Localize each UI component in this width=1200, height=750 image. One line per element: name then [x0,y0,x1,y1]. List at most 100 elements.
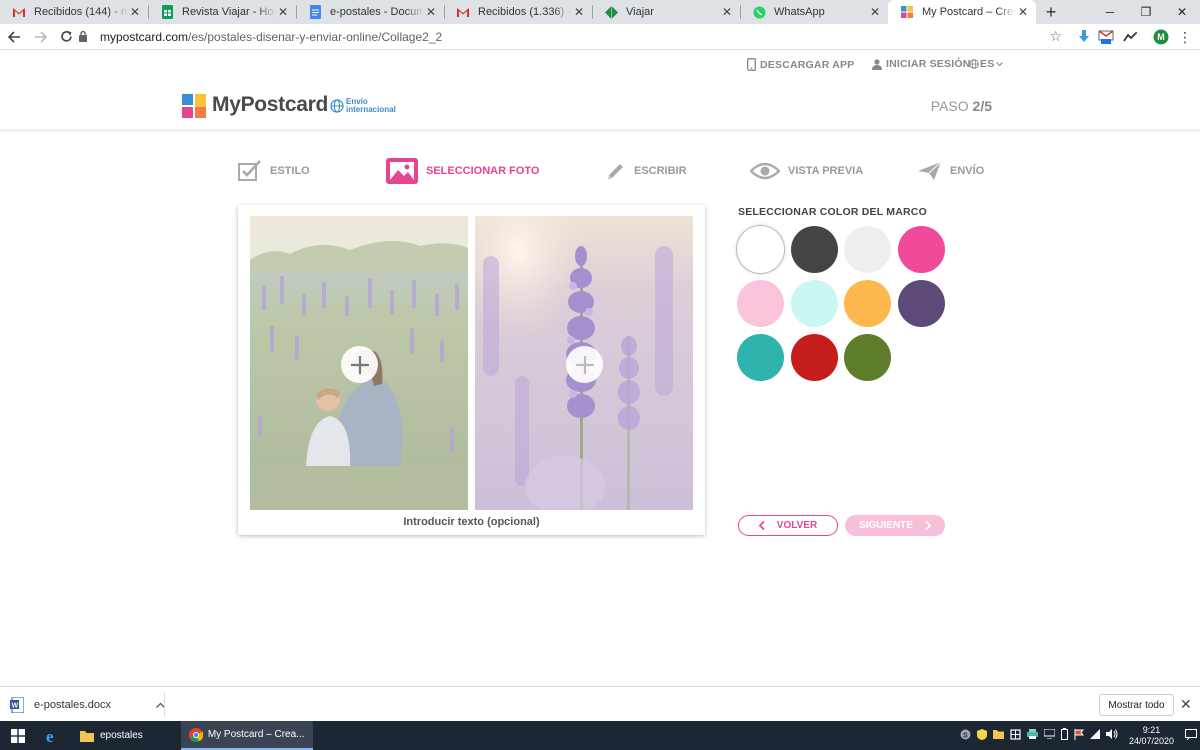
mail-extension-icon[interactable] [1097,27,1115,47]
address-bar[interactable]: mypostcard.com/es/postales-disenar-y-env… [78,26,1068,48]
close-icon[interactable]: ✕ [276,5,290,19]
frame-color-swatch[interactable] [790,280,838,327]
extension-icon[interactable] [1121,27,1139,47]
close-icon[interactable]: ✕ [424,5,438,19]
battery-icon[interactable] [1060,728,1068,743]
menu-kebab-icon[interactable]: ⋮ [1176,27,1194,47]
clock[interactable]: 9:21 24/07/2020 [1129,725,1174,747]
bookmark-star-icon[interactable]: ☆ [1049,28,1062,45]
taskbar-app-chrome[interactable]: My Postcard – Crea... [180,721,313,750]
speaker-icon[interactable] [1105,729,1118,742]
login-label: INICIAR SESIÓN [886,58,971,70]
restore-icon[interactable]: ❐ [1128,0,1164,24]
close-icon[interactable]: ✕ [720,5,734,19]
close-window-icon[interactable]: ✕ [1164,0,1200,24]
docs-icon [308,5,322,19]
frame-color-swatch[interactable] [737,226,784,273]
browser-tab-strip: Recibidos (144) - mariaesco ✕ Revista Vi… [0,0,1200,24]
add-photo-button[interactable] [566,346,603,383]
browser-tab-sheets[interactable]: Revista Viajar - Hojas de cálc ✕ [148,0,296,24]
paso-label: PASO [930,98,969,114]
next-label: SIGUIENTE [859,520,913,531]
frame-color-swatch[interactable] [844,226,891,273]
step-vista-previa[interactable]: VISTA PREVIA [750,157,863,185]
frame-color-swatch[interactable] [897,226,945,273]
close-icon[interactable]: ✕ [128,5,142,19]
mypostcard-logo-icon[interactable] [182,94,206,118]
tab-title: Recibidos (144) - mariaesco [34,6,128,18]
login-link[interactable]: INICIAR SESIÓN [872,58,970,70]
next-button[interactable]: SIGUIENTE [845,515,945,536]
profile-avatar[interactable]: M [1152,27,1170,47]
whatsapp-icon [752,5,766,19]
image-icon [386,158,418,184]
frame-color-swatch[interactable] [844,280,891,327]
flag-icon[interactable] [1074,728,1084,743]
step-envio[interactable]: ENVÍO [918,157,984,185]
back-button[interactable]: VOLVER [738,515,838,536]
browser-tab-gmail-1[interactable]: Recibidos (144) - mariaesco ✕ [0,0,148,24]
language-selector[interactable]: ES [969,58,1004,70]
gmail-icon [12,5,26,19]
show-all-button[interactable]: Mostrar todo [1099,694,1174,716]
puzzle-icon[interactable] [1010,728,1021,743]
lock-icon[interactable] [78,30,92,44]
browser-tab-whatsapp[interactable]: WhatsApp ✕ [740,0,888,24]
wifi-icon[interactable] [1089,729,1100,742]
download-app-link[interactable]: DESCARGAR APP [747,58,854,71]
taskbar-app-epostales[interactable]: epostales [72,721,151,750]
browser-tab-viajar[interactable]: Viajar ✕ [592,0,740,24]
frame-color-swatch[interactable] [844,334,891,381]
browser-tab-gmail-2[interactable]: Recibidos (1.336) - mescribe ✕ [444,0,592,24]
tab-title: e-postales - Documentos de G [330,6,424,18]
security-shield-icon[interactable] [976,728,987,743]
close-icon[interactable]: ✕ [1016,5,1030,19]
folder-icon [80,730,94,742]
svg-text:e: e [46,727,54,745]
checkbox-icon [238,160,261,181]
printer-icon[interactable] [1026,729,1038,742]
back-arrow-icon[interactable] [2,25,26,49]
download-item[interactable]: W e-postales.docx [10,693,166,717]
chrome-icon [188,727,203,742]
notifications-icon[interactable] [1185,728,1197,743]
frame-color-swatch[interactable] [790,226,838,273]
windows-taskbar: e epostales My Postcard – Crea... S 9:21… [0,721,1200,750]
frame-color-swatch[interactable] [790,334,838,381]
reload-icon[interactable] [54,25,78,49]
close-icon[interactable]: ✕ [868,5,882,19]
download-extension-icon[interactable] [1075,27,1093,47]
close-icon[interactable]: ✕ [572,5,586,19]
logo-text[interactable]: MyPostcard [212,93,328,117]
new-tab-button[interactable]: + [1036,0,1066,24]
step-label: VISTA PREVIA [788,165,864,177]
photo-slot-1[interactable] [250,216,468,510]
internet-explorer-icon[interactable]: e [36,721,72,750]
header-divider [0,129,1200,131]
frame-color-swatch[interactable] [737,280,784,327]
network-icon[interactable] [1043,728,1056,742]
photo-slot-2[interactable] [475,216,693,510]
close-icon[interactable]: ✕ [1180,696,1192,713]
envio-internacional-badge: Envío internacional [330,98,396,114]
add-photo-button[interactable] [341,346,378,383]
folder-tray-icon[interactable] [992,729,1004,742]
frame-color-swatch[interactable] [897,280,945,327]
step-estilo[interactable]: ESTILO [238,157,310,185]
browser-tab-mypostcard[interactable]: My Postcard – Crear postal ✕ [888,0,1036,24]
frame-color-swatch[interactable] [737,334,784,381]
chevron-left-icon [758,521,765,530]
card-text-input[interactable]: Introducir texto (opcional) [238,516,705,528]
tab-title: WhatsApp [774,6,825,18]
minimize-icon[interactable]: ─ [1092,0,1128,24]
windows-start-icon[interactable] [0,721,36,750]
language-label: ES [980,58,995,70]
step-escribir[interactable]: ESCRIBIR [606,157,687,185]
skype-icon[interactable]: S [960,729,971,743]
tab-title: Viajar [626,6,654,18]
step-seleccionar-foto[interactable]: SELECCIONAR FOTO [386,157,539,185]
forward-arrow-icon[interactable] [28,25,52,49]
step-label: ESCRIBIR [634,165,687,177]
browser-tab-docs[interactable]: e-postales - Documentos de G ✕ [296,0,444,24]
tab-title: Revista Viajar - Hojas de cálc [182,6,276,18]
